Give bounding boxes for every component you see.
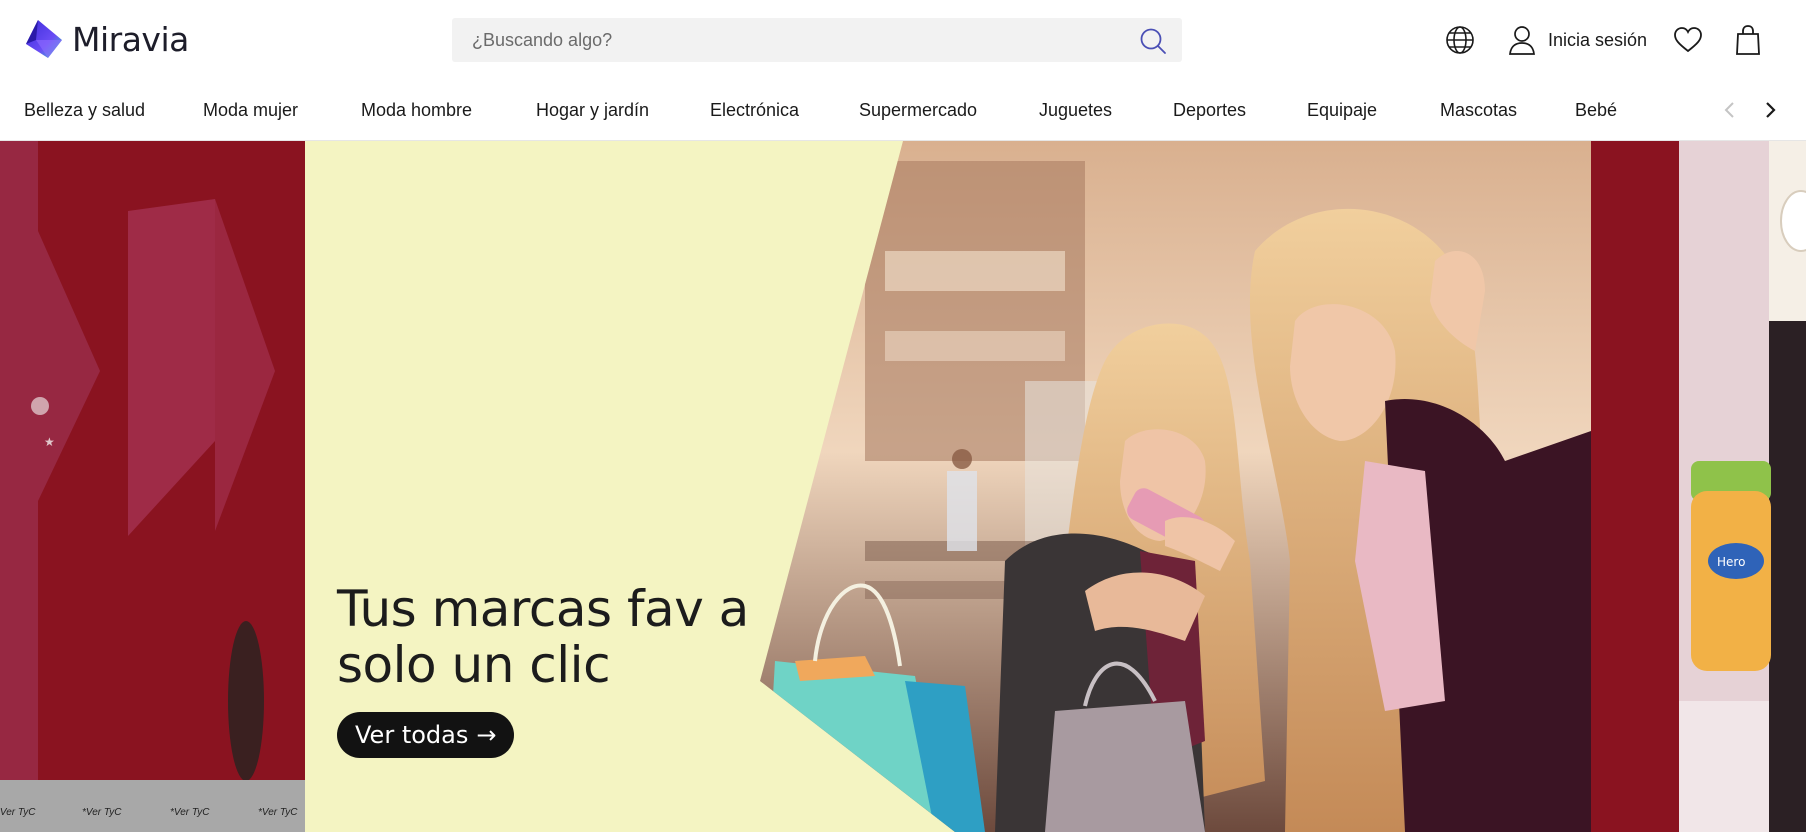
heart-icon[interactable] [1672,24,1704,56]
logo-text: Miravia [72,19,189,59]
chevron-right-icon[interactable] [1758,98,1782,122]
search-bar [452,18,1182,62]
user-icon [1506,24,1538,56]
category-moda-mujer[interactable]: Moda mujer [203,100,298,121]
category-equipaje[interactable]: Equipaje [1307,100,1377,121]
search-icon[interactable] [1138,26,1168,56]
next-slide-artwork: Hero [1591,141,1806,832]
category-supermercado[interactable]: Supermercado [859,100,977,121]
category-hogar-y-jardin[interactable]: Hogar y jardín [536,100,649,121]
hero-carousel[interactable]: ★ *Ver TyC *Ver TyC *Ver TyC *Ver TyC [0,141,1806,832]
terms-note: *Ver TyC [0,807,36,818]
category-electronica[interactable]: Electrónica [710,100,799,121]
terms-note: *Ver TyC [82,807,122,818]
terms-strip [0,780,305,832]
hero-headline-line2: solo un clic [337,636,611,694]
terms-note: *Ver TyC [258,807,298,818]
shopping-bag-icon[interactable] [1732,24,1764,56]
svg-text:★: ★ [44,435,55,449]
cta-label: Ver todas [355,721,469,749]
previous-slide-artwork: ★ [0,141,305,832]
search-input[interactable] [452,18,1112,62]
hero-headline: Tus marcas fav a solo un clic [337,581,797,693]
miravia-logo[interactable]: Miravia [24,18,189,60]
site-header: Miravia Inicia sesión [0,0,1806,80]
category-moda-hombre[interactable]: Moda hombre [361,100,472,121]
category-mascotas[interactable]: Mascotas [1440,100,1517,121]
ver-todas-button[interactable]: Ver todas → [337,712,515,758]
globe-icon[interactable] [1444,24,1476,56]
active-slide[interactable]: Tus marcas fav a solo un clic Ver todas … [305,141,1591,832]
chevron-left-icon[interactable] [1718,98,1742,122]
category-bebe[interactable]: Bebé [1575,100,1617,121]
login-label: Inicia sesión [1548,29,1648,50]
category-deportes[interactable]: Deportes [1173,100,1246,121]
terms-note: *Ver TyC [170,807,210,818]
arrow-right-icon: → [476,721,497,749]
category-belleza-y-salud[interactable]: Belleza y salud [24,100,145,121]
login-button[interactable]: Inicia sesión [1506,24,1647,56]
miravia-logo-icon [26,20,62,58]
hero-headline-line1: Tus marcas fav a [337,580,749,638]
category-nav: Belleza y salud Moda mujer Moda hombre H… [0,80,1806,141]
category-juguetes[interactable]: Juguetes [1039,100,1112,121]
previous-slide[interactable]: ★ *Ver TyC *Ver TyC *Ver TyC *Ver TyC [0,141,305,832]
next-slide[interactable]: Hero [1591,141,1806,832]
svg-text:Hero: Hero [1717,555,1745,569]
